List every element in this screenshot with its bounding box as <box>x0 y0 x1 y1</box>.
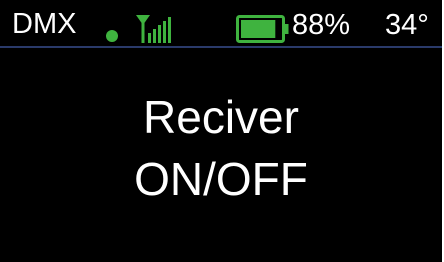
signal-antenna-mast <box>141 23 145 43</box>
status-bar: DMX 88% 34° <box>0 0 442 46</box>
battery-icon <box>236 15 289 43</box>
signal-bar-3 <box>158 25 161 43</box>
device-screen: DMX 88% 34° Reciver ON/OFF <box>0 0 442 262</box>
battery-percentage: 88% <box>292 9 351 41</box>
connection-status-dot-icon <box>106 30 118 42</box>
mode-label: DMX <box>12 8 77 40</box>
battery-terminal <box>284 24 289 34</box>
signal-bar-2 <box>153 29 156 43</box>
signal-bars-icon <box>136 15 171 43</box>
status-divider <box>0 46 442 48</box>
battery-fill <box>241 20 276 38</box>
message-line-1: Reciver <box>143 91 299 143</box>
signal-bar-5 <box>168 17 171 43</box>
message-line-2: ON/OFF <box>134 153 308 205</box>
signal-bar-4 <box>163 21 166 43</box>
temperature-readout: 34° <box>385 9 429 41</box>
signal-bar-1 <box>148 33 151 43</box>
